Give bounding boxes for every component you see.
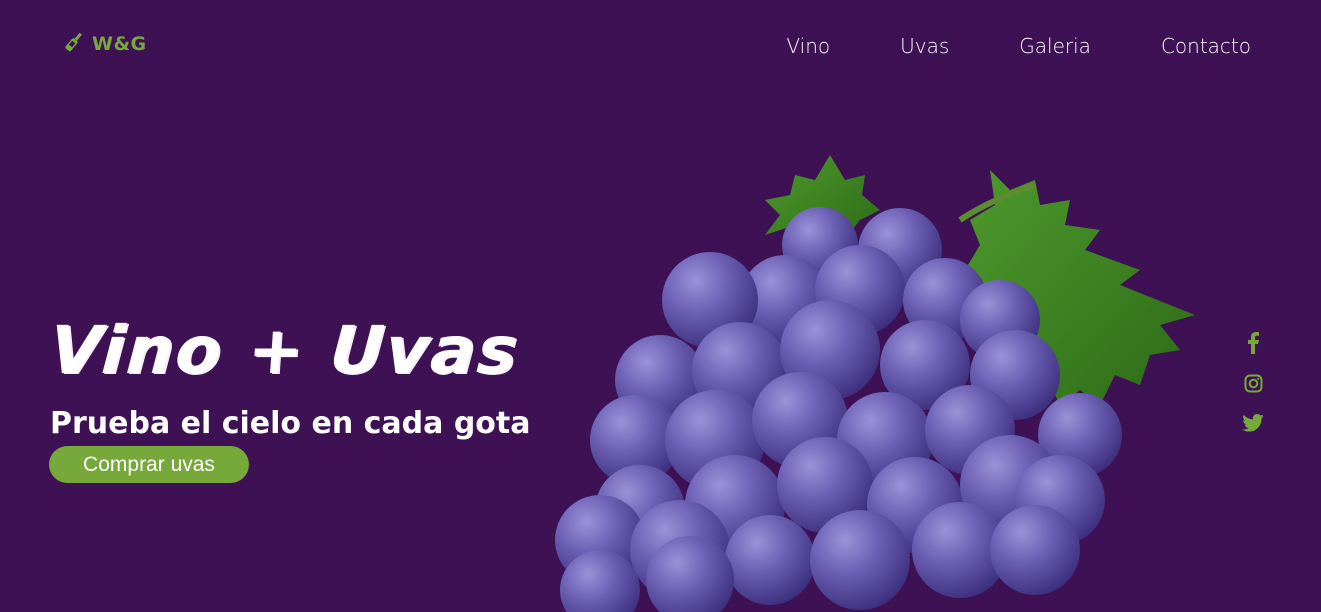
nav-link-uvas[interactable]: Uvas — [900, 34, 949, 58]
hero-subtitle: Prueba el cielo en cada gota — [50, 406, 531, 441]
buy-grapes-button[interactable]: Comprar uvas — [49, 446, 249, 483]
facebook-icon[interactable] — [1242, 332, 1264, 354]
twitter-icon[interactable] — [1242, 412, 1264, 434]
hero-title: Vino + Uvas — [47, 312, 522, 389]
instagram-icon[interactable] — [1242, 372, 1264, 394]
logo[interactable]: W&G — [62, 30, 147, 57]
logo-text: W&G — [92, 32, 147, 55]
nav-link-galeria[interactable]: Galeria — [1019, 34, 1091, 58]
wine-bottle-icon — [62, 30, 86, 57]
social-links — [1240, 332, 1266, 434]
grape-bunch-image — [555, 155, 1195, 612]
nav-link-contacto[interactable]: Contacto — [1161, 34, 1251, 58]
nav-link-vino[interactable]: Vino — [786, 34, 830, 58]
main-nav: Vino Uvas Galeria Contacto — [716, 34, 1251, 58]
